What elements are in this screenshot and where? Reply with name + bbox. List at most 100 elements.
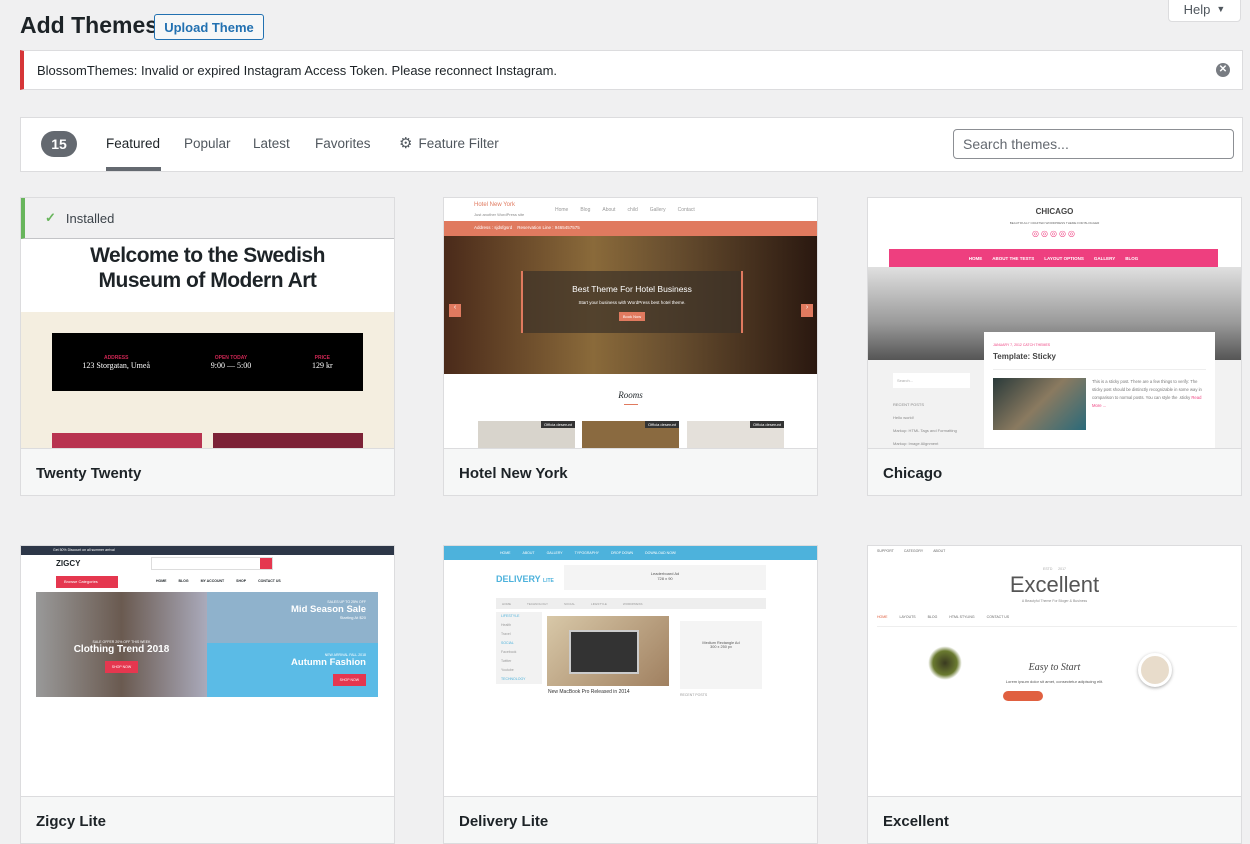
preview-browse: Browse Categories: [56, 576, 118, 588]
theme-name: Hotel New York: [444, 448, 817, 495]
preview-side: Youtube: [501, 668, 514, 672]
theme-filter-bar: 15 Featured Popular Latest Favorites ⚙ Fe…: [20, 117, 1243, 172]
preview-side: Travel: [501, 632, 511, 636]
preview-nav-item: Blog: [580, 207, 591, 213]
preview-nav-item: CONTACT US: [258, 579, 281, 583]
theme-card-zigcy[interactable]: Get 50% Discount on all summer arrival Z…: [20, 545, 395, 844]
preview-menu-item: TECHNOLOGY: [527, 601, 549, 606]
page-title: Add Themes: [20, 12, 159, 38]
preview-headline: Welcome to the Swedish Museum of Modern …: [21, 239, 394, 312]
preview-menu-item: SOCIAL: [564, 601, 576, 606]
theme-card-hotel-new-york[interactable]: Hotel New York Just another WordPress si…: [443, 197, 818, 496]
preview-post-link: Markup: Image Alignment: [893, 441, 939, 446]
preview-menu-item: HOME: [502, 601, 511, 606]
installed-banner: ✓ Installed: [21, 198, 394, 239]
preview-nav-item: Gallery: [649, 207, 666, 213]
preview-nav-item: LAYOUTS: [899, 615, 916, 619]
preview-nav-item: BLOG: [178, 579, 189, 583]
tab-featured[interactable]: Featured: [106, 136, 160, 151]
search-themes-input[interactable]: [953, 129, 1234, 159]
preview-logo: ZIGCY: [56, 559, 81, 568]
preview-nav-item: About: [602, 207, 616, 213]
preview-shop-button: SHOP NOW: [104, 661, 139, 673]
installed-label: Installed: [65, 210, 115, 226]
preview-side: Facebook: [501, 650, 517, 654]
theme-screenshot[interactable]: Hotel New York Just another WordPress si…: [444, 198, 817, 448]
preview-nav: HOME ABOUT GALLERY TYPOGRAPHY DROP DOWN DOWNL…: [444, 546, 817, 560]
preview-post-title: Template: Sticky: [993, 352, 1056, 361]
preview-nav-item: GALLERY: [546, 551, 563, 555]
chevron-left-icon: ‹: [449, 304, 461, 317]
preview-tagline: Just another WordPress site: [474, 212, 525, 217]
preview-logo-suffix: LITE: [543, 578, 554, 584]
preview-button: Book Now: [618, 312, 646, 321]
tab-latest[interactable]: Latest: [253, 136, 290, 151]
theme-card-excellent[interactable]: SUPPORT CATEGORY ABOUT ESTD 2017 Excellent…: [867, 545, 1242, 844]
preview-value: 123 Storgatan, Umeå: [82, 360, 150, 370]
upload-theme-button[interactable]: Upload Theme: [154, 14, 264, 40]
preview-meta: JANUARY 7, 2012 CATCH THEMES: [993, 343, 1051, 347]
preview-nav-item: LAYOUT OPTIONS: [1044, 255, 1084, 261]
preview-estd: ESTD 2017: [1043, 567, 1066, 571]
preview-room-label: Officia deserunt: [750, 421, 784, 428]
preview-nav-item: HOME: [156, 579, 167, 583]
tab-popular[interactable]: Popular: [184, 136, 231, 151]
preview-label: PRICE: [314, 354, 330, 361]
theme-card-chicago[interactable]: CHICAGO BEAUTIFULLY CRAFTED WORDPRESS TH…: [867, 197, 1242, 496]
theme-name: Twenty Twenty: [21, 448, 394, 495]
preview-banner: Autumn Fashion: [291, 657, 366, 668]
preview-nav-item: HOME: [968, 255, 983, 261]
notice-text: BlossomThemes: Invalid or expired Instag…: [37, 62, 558, 78]
preview-site: Hotel New York: [474, 202, 516, 208]
preview-rect-size: 300 x 250 px: [710, 645, 732, 649]
preview-nav: HOME ABOUT THE TESTS LAYOUT OPTIONS GALLERY…: [889, 249, 1218, 267]
preview-bar: Address : sjdsfgsrd Reservation Line : 9…: [444, 221, 817, 236]
preview-banner-note: Starting At $20: [339, 615, 366, 620]
tab-favorites[interactable]: Favorites: [315, 136, 371, 151]
theme-card-delivery-lite[interactable]: HOME ABOUT GALLERY TYPOGRAPHY DROP DOWN DOWNL…: [443, 545, 818, 844]
preview-room-label: Officia deserunt: [645, 421, 679, 428]
preview-nav-item: TYPOGRAPHY: [574, 551, 599, 555]
preview-shop-button: SHOP NOW: [332, 674, 366, 686]
preview-excerpt: This is a sticky post. There are a few t…: [1092, 379, 1202, 400]
preview-nav-item: BLOG: [1125, 255, 1139, 261]
preview-nav-item: child: [627, 207, 638, 213]
preview-ad-size: 728 x 90: [657, 576, 673, 581]
preview-hero: Easy to Start: [1028, 662, 1081, 673]
preview-main: Clothing Trend 2018: [73, 644, 170, 655]
preview-nav-item: ABOUT: [522, 551, 535, 555]
preview-nav-item: HOME: [500, 551, 511, 555]
preview-hero-sub: Start your business with WordPress best …: [578, 300, 686, 305]
preview-menu-item: WORDPRESS: [622, 601, 643, 606]
preview-banner: Mid Season Sale: [291, 604, 366, 615]
feature-filter-button[interactable]: ⚙ Feature Filter: [399, 136, 499, 151]
preview-logo: Excellent: [1009, 572, 1100, 597]
preview-nav-item: Contact: [677, 207, 695, 213]
active-tab-underline: [106, 167, 161, 171]
preview-menu-item: LIFESTYLE: [591, 601, 607, 606]
theme-screenshot[interactable]: CHICAGO BEAUTIFULLY CRAFTED WORDPRESS TH…: [868, 198, 1241, 448]
preview-site: CHICAGO: [1035, 207, 1074, 216]
help-label: Help: [1183, 1, 1211, 17]
theme-screenshot[interactable]: HOME ABOUT GALLERY TYPOGRAPHY DROP DOWN DOWNL…: [444, 546, 817, 796]
preview-tagline: A Beautyful Theme For Bloger & Business: [1021, 599, 1088, 603]
preview-top-link: CATEGORY: [903, 549, 924, 553]
preview-logo: DELIVERY: [496, 574, 541, 584]
chevron-right-icon: ›: [801, 304, 813, 317]
theme-card-twenty-twenty[interactable]: ✓ Installed Welcome to the Swedish Museum…: [20, 197, 395, 496]
preview-nav-item: DROP DOWN: [610, 551, 634, 555]
dismiss-icon[interactable]: ✕: [1216, 63, 1230, 77]
theme-name: Chicago: [868, 448, 1241, 495]
help-button[interactable]: Help ▼: [1168, 0, 1241, 22]
preview-hero: Best Theme For Hotel Business: [572, 284, 692, 294]
preview-hero-sub: Lorem ipsum dolor sit amet, consectetur …: [1005, 679, 1104, 684]
preview-side: Twitter: [501, 659, 512, 663]
theme-screenshot[interactable]: SUPPORT CATEGORY ABOUT ESTD 2017 Excellent…: [868, 546, 1241, 796]
theme-screenshot[interactable]: Get 50% Discount on all summer arrival Z…: [21, 546, 394, 796]
preview-nav-item: HTML STYLING: [949, 615, 975, 619]
preview-top-link: ABOUT: [933, 549, 946, 553]
preview-label: OPEN TODAY: [214, 354, 248, 361]
preview-post-title: New MacBook Pro Released in 2014: [548, 689, 630, 695]
theme-count-badge: 15: [41, 131, 77, 157]
caret-down-icon: ▼: [1216, 4, 1226, 14]
